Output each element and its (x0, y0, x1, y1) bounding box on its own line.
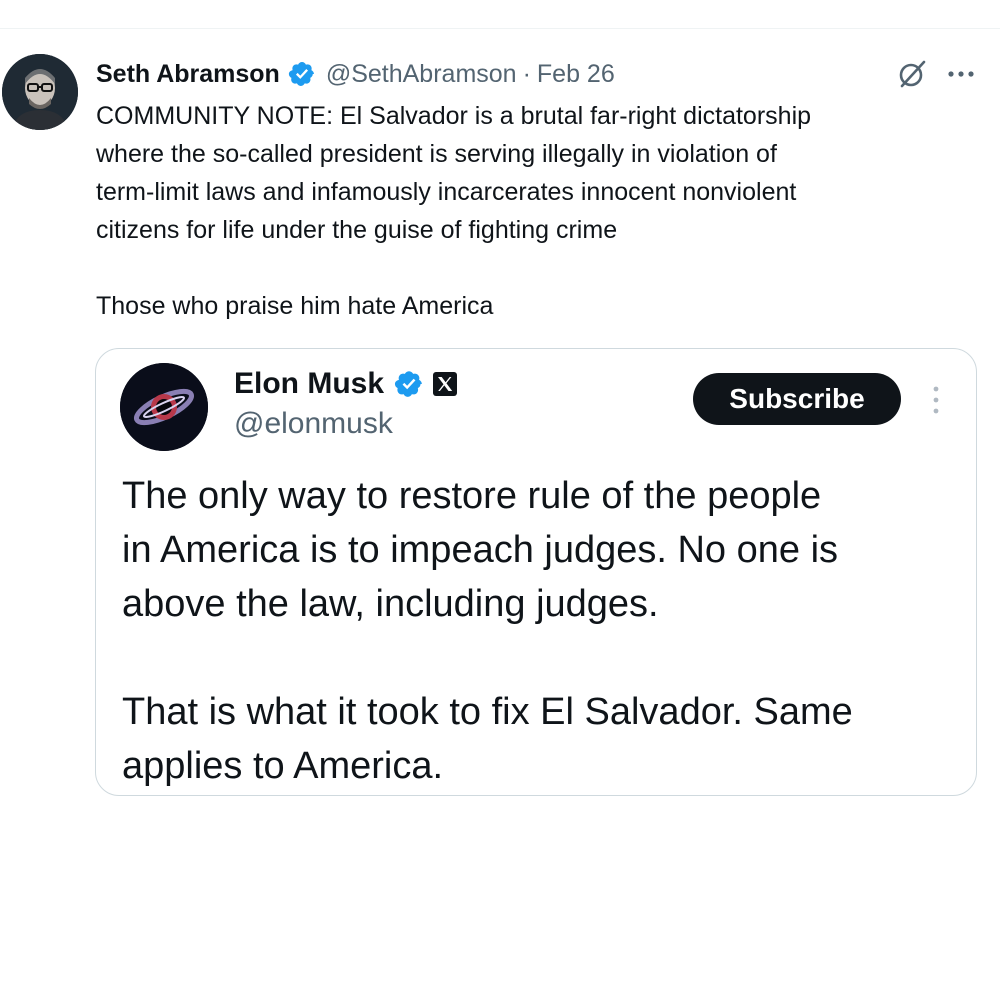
tweet-date[interactable]: Feb 26 (537, 60, 615, 89)
verified-badge-icon[interactable] (288, 60, 316, 88)
verified-badge-icon[interactable] (394, 369, 424, 399)
black-hole-avatar-icon (120, 363, 208, 451)
quoted-author-name[interactable]: Elon Musk (234, 367, 384, 401)
top-divider (0, 28, 1000, 29)
quoted-header: Elon Musk (234, 365, 458, 403)
grok-icon[interactable] (896, 58, 928, 90)
quoted-tweet-text: The only way to restore rule of the peop… (122, 475, 853, 787)
x-logo-icon[interactable] (432, 371, 458, 397)
tweet-text: COMMUNITY NOTE: El Salvador is a brutal … (96, 102, 812, 320)
quoted-tweet-card[interactable]: Elon Musk @elonmusk Subscribe The only w… (95, 348, 977, 796)
avatar-portrait-icon (2, 54, 78, 130)
author-handle[interactable]: @SethAbramson (326, 60, 517, 89)
tweet-header: Seth Abramson @SethAbramson · Feb 26 (96, 56, 615, 92)
subscribe-button[interactable]: Subscribe (693, 373, 901, 425)
more-horizontal-icon[interactable] (945, 62, 977, 86)
quoted-author-handle[interactable]: @elonmusk (234, 407, 393, 441)
author-avatar[interactable] (2, 54, 78, 130)
author-name[interactable]: Seth Abramson (96, 60, 280, 89)
quoted-author-avatar[interactable] (120, 363, 208, 451)
separator-dot: · (522, 59, 531, 88)
more-vertical-icon[interactable] (924, 383, 948, 417)
